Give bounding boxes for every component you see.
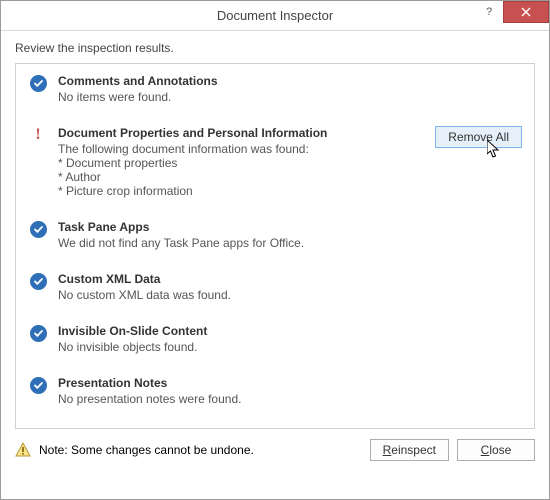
section-docprops: ! Document Properties and Personal Infor… [16,116,534,210]
remove-all-button[interactable]: Remove All [435,126,522,148]
section-title: Comments and Annotations [58,74,522,88]
reinspect-rest: einspect [391,443,436,457]
results-panel: Comments and Annotations No items were f… [15,63,535,429]
section-item: * Author [58,170,425,184]
section-desc: No items were found. [58,90,522,104]
section-desc: No custom XML data was found. [58,288,522,302]
help-button[interactable]: ? [475,1,503,23]
warning-icon: ! [30,127,47,144]
check-icon [30,325,47,342]
section-items: * Document properties * Author * Picture… [58,156,425,198]
titlebar: Document Inspector ? [1,1,549,31]
reinspect-button[interactable]: Reinspect [370,439,449,461]
section-desc: The following document information was f… [58,142,425,156]
footer-note-text: Note: Some changes cannot be undone. [39,443,254,457]
footer-note: Note: Some changes cannot be undone. [15,442,362,458]
check-icon [30,221,47,238]
close-button[interactable]: Close [457,439,535,461]
section-desc: We did not find any Task Pane apps for O… [58,236,522,250]
close-rest: lose [489,443,511,457]
section-title: Custom XML Data [58,272,522,286]
section-item: * Picture crop information [58,184,425,198]
window-close-button[interactable] [503,1,549,23]
section-notes: Presentation Notes No presentation notes… [16,366,534,418]
section-title: Task Pane Apps [58,220,522,234]
check-icon [30,273,47,290]
instruction-text: Review the inspection results. [15,41,535,55]
section-invisible: Invisible On-Slide Content No invisible … [16,314,534,366]
section-desc: No presentation notes were found. [58,392,522,406]
dialog-footer: Note: Some changes cannot be undone. Rei… [1,429,549,473]
section-customxml: Custom XML Data No custom XML data was f… [16,262,534,314]
dialog-content: Review the inspection results. Comments … [1,31,549,429]
section-desc: No invisible objects found. [58,340,522,354]
section-title: Invisible On-Slide Content [58,324,522,338]
section-title: Document Properties and Personal Informa… [58,126,425,140]
check-icon [30,377,47,394]
section-item: * Document properties [58,156,425,170]
section-title: Presentation Notes [58,376,522,390]
check-icon [30,75,47,92]
window-buttons: ? [475,1,549,30]
section-taskpane: Task Pane Apps We did not find any Task … [16,210,534,262]
window-title: Document Inspector [1,8,549,23]
section-comments: Comments and Annotations No items were f… [16,64,534,116]
alert-triangle-icon [15,442,31,458]
